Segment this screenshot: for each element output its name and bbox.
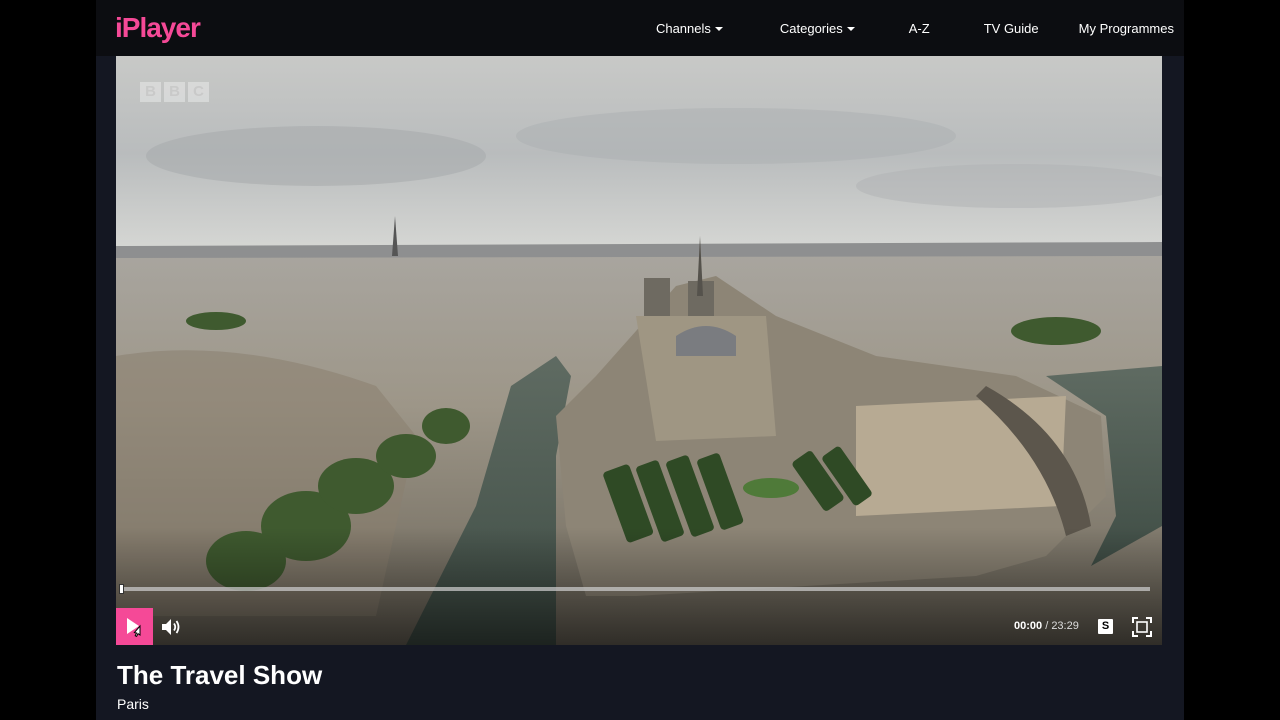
duration: 23:29 <box>1051 620 1079 632</box>
bbc-letter: B <box>140 82 161 102</box>
nav-tv-guide-label: TV Guide <box>983 20 1039 36</box>
volume-icon <box>162 619 180 635</box>
time-display: 00:00 / 23:29 <box>1014 620 1079 632</box>
nav-my-programmes[interactable]: My Programmes <box>1079 21 1174 36</box>
episode-title: Paris <box>117 696 149 712</box>
progress-handle[interactable] <box>119 584 124 594</box>
site-header: iPlayer Channels Categories A-Z TV Guide… <box>96 0 1184 56</box>
bbc-watermark: B B C <box>140 82 209 102</box>
video-player[interactable]: B B C 00:00 / 23:29 S <box>116 56 1162 645</box>
nav-a-z-label: A-Z <box>908 20 930 36</box>
volume-button[interactable] <box>160 616 184 638</box>
fullscreen-button[interactable] <box>1132 617 1152 637</box>
current-time: 00:00 <box>1014 620 1043 632</box>
iplayer-logo[interactable]: iPlayer <box>115 12 201 44</box>
nav-tv-guide[interactable]: TV Guide <box>984 21 1039 36</box>
time-separator: / <box>1042 620 1052 632</box>
bbc-letter: C <box>188 82 209 102</box>
nav-channels[interactable]: Channels <box>656 21 723 36</box>
main-nav: Channels Categories A-Z TV Guide My Prog… <box>616 0 1174 56</box>
nav-categories[interactable]: Categories <box>780 21 855 36</box>
chevron-down-icon <box>714 26 723 31</box>
nav-a-z[interactable]: A-Z <box>909 21 930 36</box>
programme-title: The Travel Show <box>117 660 323 690</box>
nav-channels-label: Channels <box>655 20 711 36</box>
chevron-down-icon <box>846 26 855 31</box>
progress-bar[interactable] <box>124 587 1150 591</box>
video-frame <box>116 56 1162 645</box>
nav-categories-label: Categories <box>779 20 843 36</box>
nav-my-programmes-label: My Programmes <box>1078 20 1174 36</box>
iplayer-page: iPlayer Channels Categories A-Z TV Guide… <box>96 0 1184 720</box>
subtitles-button[interactable]: S <box>1098 619 1113 634</box>
play-icon <box>126 617 140 637</box>
play-button[interactable] <box>116 608 153 645</box>
fullscreen-icon <box>1132 617 1152 637</box>
bbc-letter: B <box>164 82 185 102</box>
